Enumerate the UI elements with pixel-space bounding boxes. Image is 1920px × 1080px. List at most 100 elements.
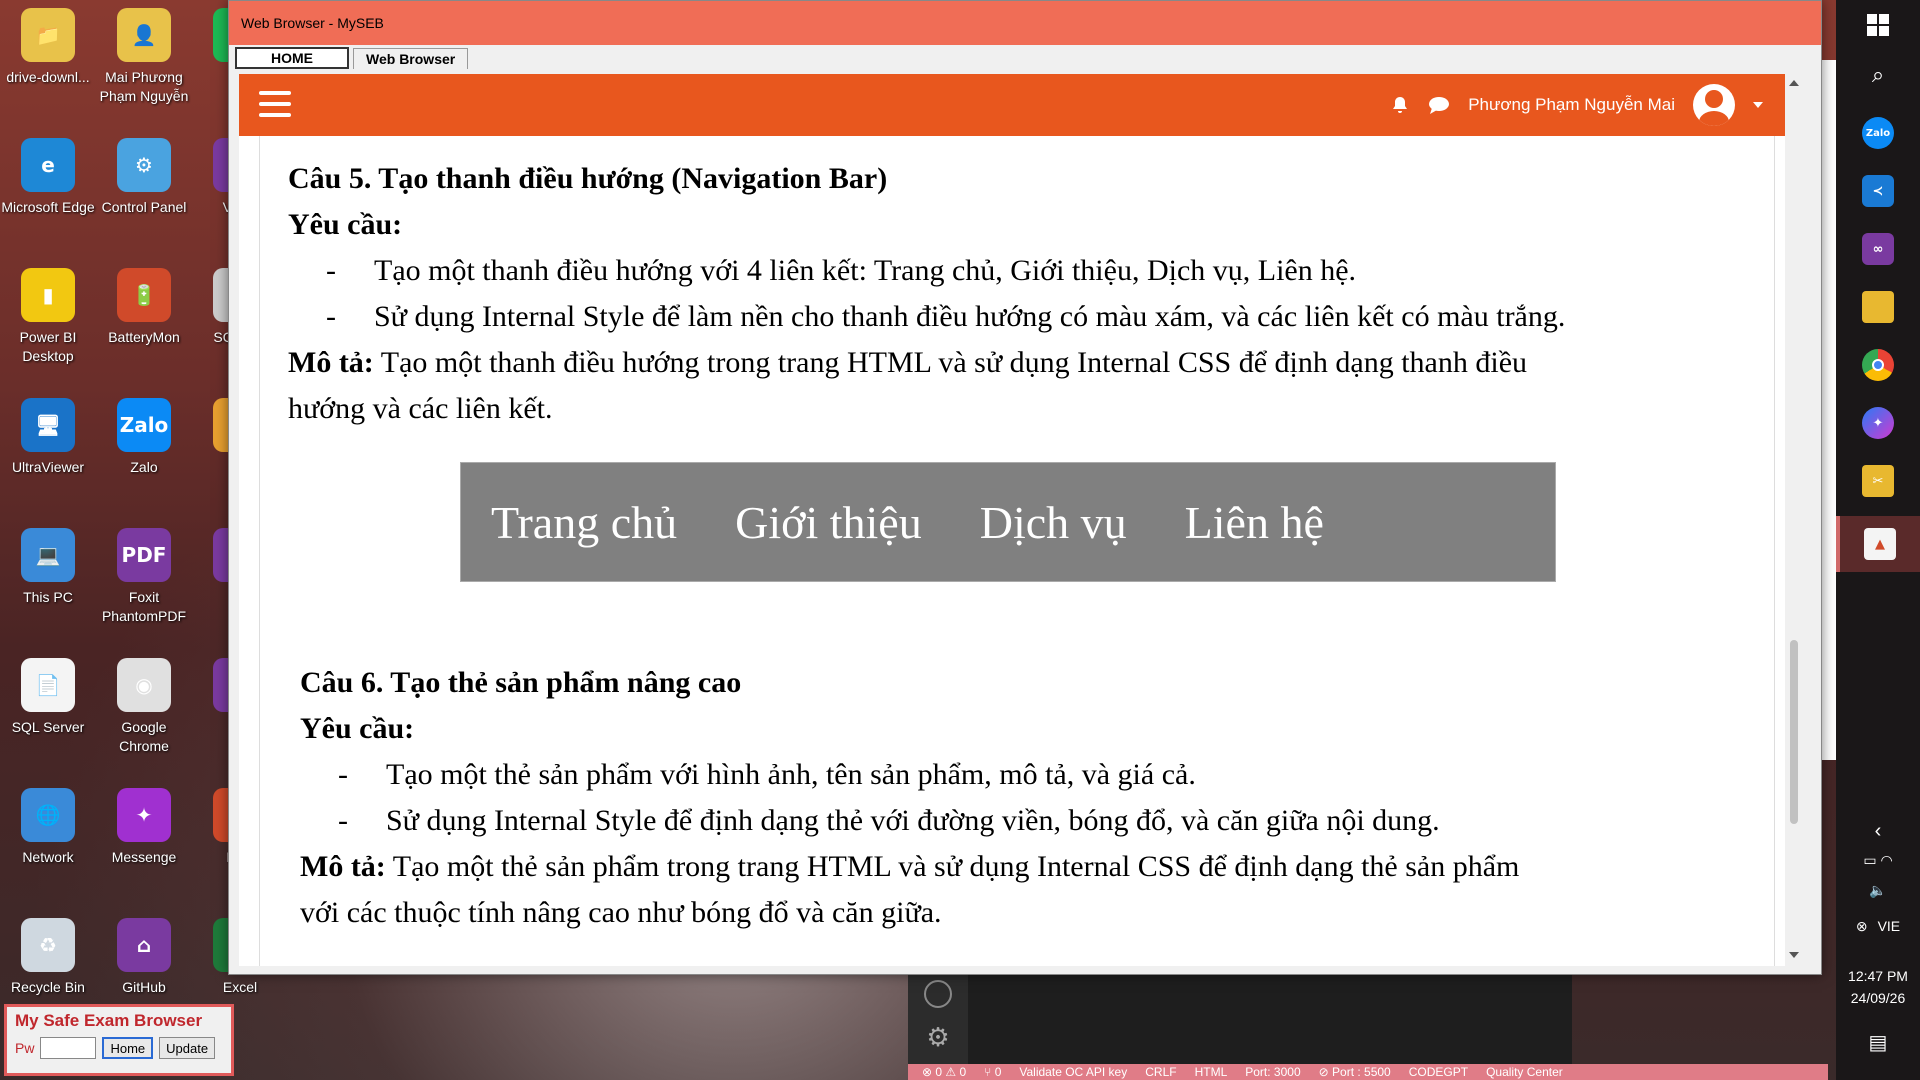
- myseb-icon: ▲: [1864, 528, 1896, 560]
- tab-web-browser[interactable]: Web Browser: [353, 48, 469, 69]
- desktop-icon[interactable]: PDF Foxit PhantomPDF: [96, 528, 192, 626]
- folder-icon: [1862, 291, 1894, 323]
- desktop-icon[interactable]: ♻ Recycle Bin: [0, 918, 96, 997]
- taskbar-messenger[interactable]: ✦: [1848, 398, 1908, 448]
- app-icon: ◉: [117, 658, 171, 712]
- battery-wifi-icons[interactable]: ▭ ◠: [1836, 852, 1920, 869]
- desktop-icon-label: Power BI Desktop: [19, 329, 77, 364]
- tab-home[interactable]: HOME: [235, 47, 349, 69]
- status-item[interactable]: Port: 3000: [1245, 1065, 1300, 1079]
- demo-link-about[interactable]: Giới thiệu: [735, 496, 922, 549]
- taskbar-myseb[interactable]: ▲: [1836, 516, 1920, 572]
- desktop-icon[interactable]: 📁 drive-downl...: [0, 8, 96, 87]
- desktop-icon-label: Microsoft Edge: [1, 199, 95, 215]
- scroll-up-icon[interactable]: [1789, 80, 1799, 86]
- user-name[interactable]: Phương Phạm Nguyễn Mai: [1468, 95, 1675, 115]
- vscode-window: ⚙: [908, 974, 1572, 1064]
- show-hidden-icons-chevron-icon[interactable]: ‹: [1836, 820, 1920, 843]
- desktop-icon[interactable]: 🖥 UltraViewer: [0, 398, 96, 477]
- status-item[interactable]: ⑂ 0: [984, 1065, 1001, 1079]
- search-button[interactable]: ⌕: [1848, 50, 1908, 100]
- chrome-icon: [1862, 349, 1894, 381]
- menu-icon[interactable]: [259, 91, 291, 119]
- desktop-icon[interactable]: ✦ Messenge: [96, 788, 192, 867]
- account-icon[interactable]: [924, 980, 952, 1008]
- clock-date[interactable]: 24/09/26: [1836, 990, 1920, 1006]
- app-icon: 👤: [117, 8, 171, 62]
- desktop-icon-label: Network: [22, 849, 74, 865]
- password-input[interactable]: [40, 1037, 97, 1059]
- desktop-icon[interactable]: ⌂ GitHub: [96, 918, 192, 997]
- taskbar-file-explorer[interactable]: [1848, 282, 1908, 332]
- desktop-icon[interactable]: 📄 SQL Server: [0, 658, 96, 737]
- desktop-icon[interactable]: 💻 This PC: [0, 528, 96, 607]
- app-icon: ⌂: [117, 918, 171, 972]
- desktop-icon-label: drive-downl...: [6, 69, 90, 85]
- taskbar-vscode[interactable]: ≺: [1848, 166, 1908, 216]
- vscode-icon: ≺: [1862, 175, 1894, 207]
- demo-link-contact[interactable]: Liên hệ: [1185, 496, 1324, 549]
- app-icon: ✦: [117, 788, 171, 842]
- language-indicator[interactable]: ⊗ VIE: [1836, 918, 1920, 935]
- list-item: - Tạo một thẻ sản phẩm với hình ảnh, tên …: [338, 758, 1196, 791]
- update-button[interactable]: Update: [159, 1037, 216, 1059]
- desktop-icon-label: UltraViewer: [11, 459, 85, 475]
- desktop-icon-label: This PC: [23, 589, 73, 605]
- app-icon: 📁: [21, 8, 75, 62]
- app-icon: 💻: [21, 528, 75, 582]
- app-icon: ⚙: [117, 138, 171, 192]
- taskbar-zalo[interactable]: Zalo: [1848, 108, 1908, 158]
- avatar[interactable]: [1693, 84, 1735, 126]
- app-icon: Zalo: [117, 398, 171, 452]
- desktop-icon-label: Control Panel: [101, 199, 187, 215]
- taskbar-chrome[interactable]: [1848, 340, 1908, 390]
- bell-icon[interactable]: [1390, 95, 1410, 115]
- clock-time[interactable]: 12:47 PM: [1836, 968, 1920, 984]
- status-item[interactable]: HTML: [1195, 1065, 1228, 1079]
- desktop-icon[interactable]: ⚙ Control Panel: [96, 138, 192, 217]
- seb-title: My Safe Exam Browser: [15, 1011, 203, 1030]
- status-item[interactable]: ⊗ 0 ⚠ 0: [922, 1065, 966, 1079]
- scrollbar[interactable]: [1785, 74, 1803, 966]
- start-button[interactable]: [1848, 0, 1908, 50]
- desktop-icon[interactable]: ▮ Power BI Desktop: [0, 268, 96, 366]
- vscode-status-bar: ⊗ 0 ⚠ 0 ⑂ 0 Validate OC API key CRLF HTM…: [908, 1064, 1828, 1080]
- demo-link-services[interactable]: Dịch vụ: [980, 496, 1127, 549]
- desktop-icon[interactable]: 🌐 Network: [0, 788, 96, 867]
- chevron-down-icon[interactable]: [1753, 102, 1763, 108]
- status-item[interactable]: CRLF: [1145, 1065, 1176, 1079]
- scrollbar-thumb[interactable]: [1790, 640, 1798, 824]
- desktop-icon[interactable]: ◉ Google Chrome: [96, 658, 192, 756]
- q6-heading: Câu 6. Tạo thẻ sản phẩm nâng cao: [300, 666, 742, 699]
- desktop-icon[interactable]: 👤 Mai Phương Phạm Nguyễn: [96, 8, 192, 106]
- desktop-icon[interactable]: e Microsoft Edge: [0, 138, 96, 217]
- q5-description-cont: hướng và các liên kết.: [288, 392, 553, 425]
- app-icon: 📄: [21, 658, 75, 712]
- status-item[interactable]: Validate OC API key: [1019, 1065, 1127, 1079]
- q6-req-label: Yêu cầu:: [300, 712, 415, 745]
- desktop-icon-label: BatteryMon: [108, 329, 180, 345]
- window-title: Web Browser - MySEB: [229, 1, 1821, 45]
- status-item[interactable]: ⊘ Port : 5500: [1319, 1065, 1391, 1079]
- app-icon: ♻: [21, 918, 75, 972]
- settings-gear-icon[interactable]: ⚙: [924, 1024, 952, 1052]
- app-icon: 🌐: [21, 788, 75, 842]
- zalo-icon: Zalo: [1862, 117, 1894, 149]
- q5-req-label: Yêu cầu:: [288, 208, 403, 241]
- status-item[interactable]: CODEGPT: [1409, 1065, 1468, 1079]
- scroll-down-icon[interactable]: [1789, 952, 1799, 958]
- desktop-icon[interactable]: 🔋 BatteryMon: [96, 268, 192, 347]
- browser-window: Web Browser - MySEB HOME Web Browser Phư…: [228, 0, 1822, 975]
- taskbar-visual-studio[interactable]: ∞: [1848, 224, 1908, 274]
- demo-link-home[interactable]: Trang chủ: [491, 496, 677, 549]
- notification-icon[interactable]: ▤: [1836, 1030, 1920, 1055]
- q5-description: Mô tả: Tạo một thanh điều hướng trong tr…: [288, 346, 1528, 379]
- list-item: - Sử dụng Internal Style để định dạng thẻ…: [338, 804, 1440, 837]
- home-button[interactable]: Home: [102, 1037, 154, 1059]
- volume-icon[interactable]: 🔈: [1836, 882, 1920, 899]
- chat-icon[interactable]: [1428, 95, 1450, 115]
- demo-navigation-bar: Trang chủ Giới thiệu Dịch vụ Liên hệ: [460, 462, 1556, 582]
- desktop-icon[interactable]: Zalo Zalo: [96, 398, 192, 477]
- taskbar-snipping[interactable]: ✂: [1848, 456, 1908, 506]
- status-item[interactable]: Quality Center: [1486, 1065, 1563, 1079]
